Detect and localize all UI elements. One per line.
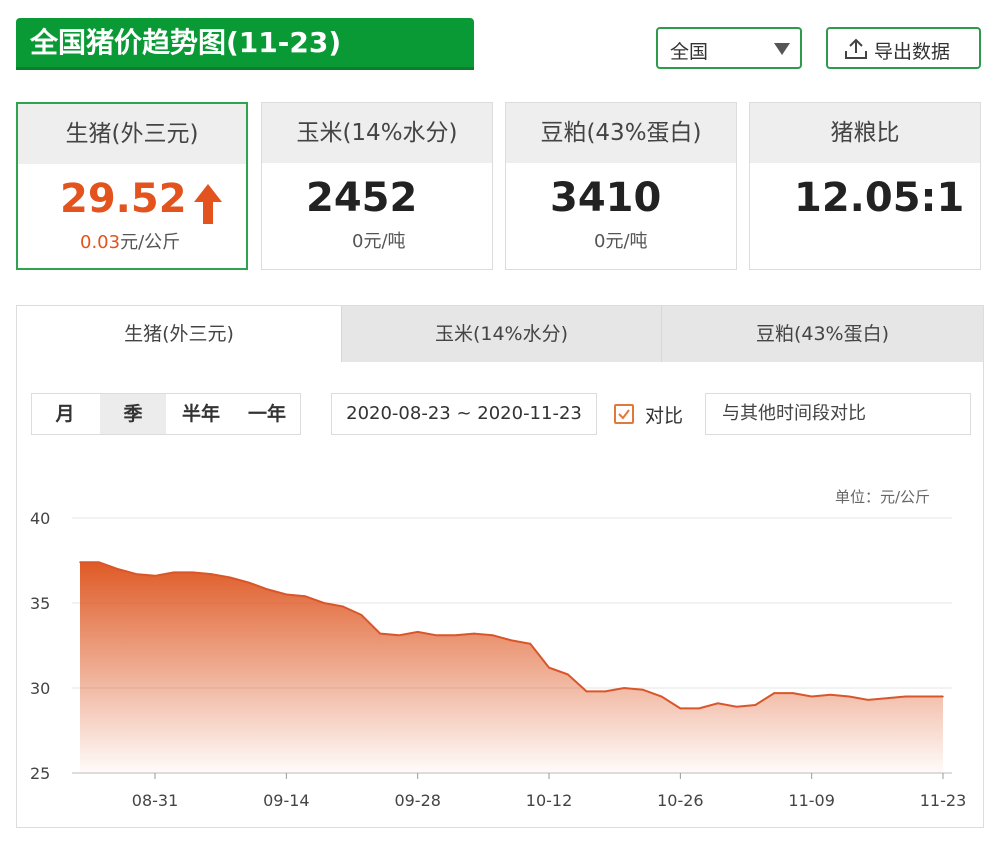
data-point: [585, 690, 588, 693]
y-tick-label: 30: [30, 679, 50, 698]
data-point: [885, 697, 888, 699]
data-point: [341, 605, 344, 608]
data-point: [229, 576, 231, 579]
data-point: [454, 634, 457, 637]
data-point: [435, 634, 438, 637]
data-point: [248, 581, 250, 584]
y-tick-label: 25: [30, 764, 50, 783]
data-point: [191, 571, 194, 574]
data-point: [135, 573, 138, 575]
y-tick-label: 35: [30, 594, 50, 613]
x-tick-label: 08-31: [132, 791, 179, 810]
data-point: [323, 602, 325, 604]
y-tick-label: 40: [30, 509, 50, 528]
x-tick-label: 11-09: [788, 791, 835, 810]
data-point: [792, 692, 794, 694]
data-point: [604, 690, 607, 693]
data-point: [266, 588, 269, 591]
data-point: [398, 634, 400, 637]
data-point: [773, 692, 775, 694]
series-area-fill: [80, 562, 943, 773]
data-point: [642, 688, 644, 691]
data-point: [285, 593, 288, 596]
data-point: [942, 695, 944, 698]
data-point: [904, 695, 907, 698]
x-tick-label: 09-14: [263, 791, 310, 810]
data-point: [79, 561, 81, 563]
x-tick-label: 09-28: [394, 791, 441, 810]
data-point: [97, 561, 100, 563]
data-point: [848, 695, 850, 698]
data-point: [679, 707, 682, 710]
data-point: [660, 695, 663, 698]
data-point: [304, 595, 306, 597]
data-point: [810, 695, 813, 698]
data-point: [416, 631, 419, 633]
data-point: [173, 571, 175, 574]
data-point: [867, 699, 869, 701]
data-point: [623, 687, 625, 689]
data-point: [566, 673, 569, 676]
data-point: [735, 705, 738, 708]
x-tick-label: 10-12: [526, 791, 573, 810]
data-point: [829, 694, 832, 696]
data-point: [510, 639, 513, 642]
data-point: [923, 695, 926, 698]
data-point: [360, 614, 363, 616]
data-point: [754, 704, 757, 706]
price-trend-chart: 25 30 35 40 08-31 09-14 09-28 10-12 10-26 11-09 11…: [30, 509, 967, 810]
data-point: [116, 568, 119, 570]
data-point: [717, 702, 719, 705]
x-tick-label: 10-26: [657, 791, 704, 810]
data-point: [379, 632, 381, 635]
data-point: [210, 573, 213, 575]
data-point: [154, 575, 156, 577]
data-point: [491, 634, 494, 637]
data-point: [548, 666, 550, 669]
data-point: [698, 707, 700, 710]
x-tick-label: 11-23: [920, 791, 967, 810]
data-point: [529, 643, 532, 645]
data-point: [473, 632, 475, 635]
